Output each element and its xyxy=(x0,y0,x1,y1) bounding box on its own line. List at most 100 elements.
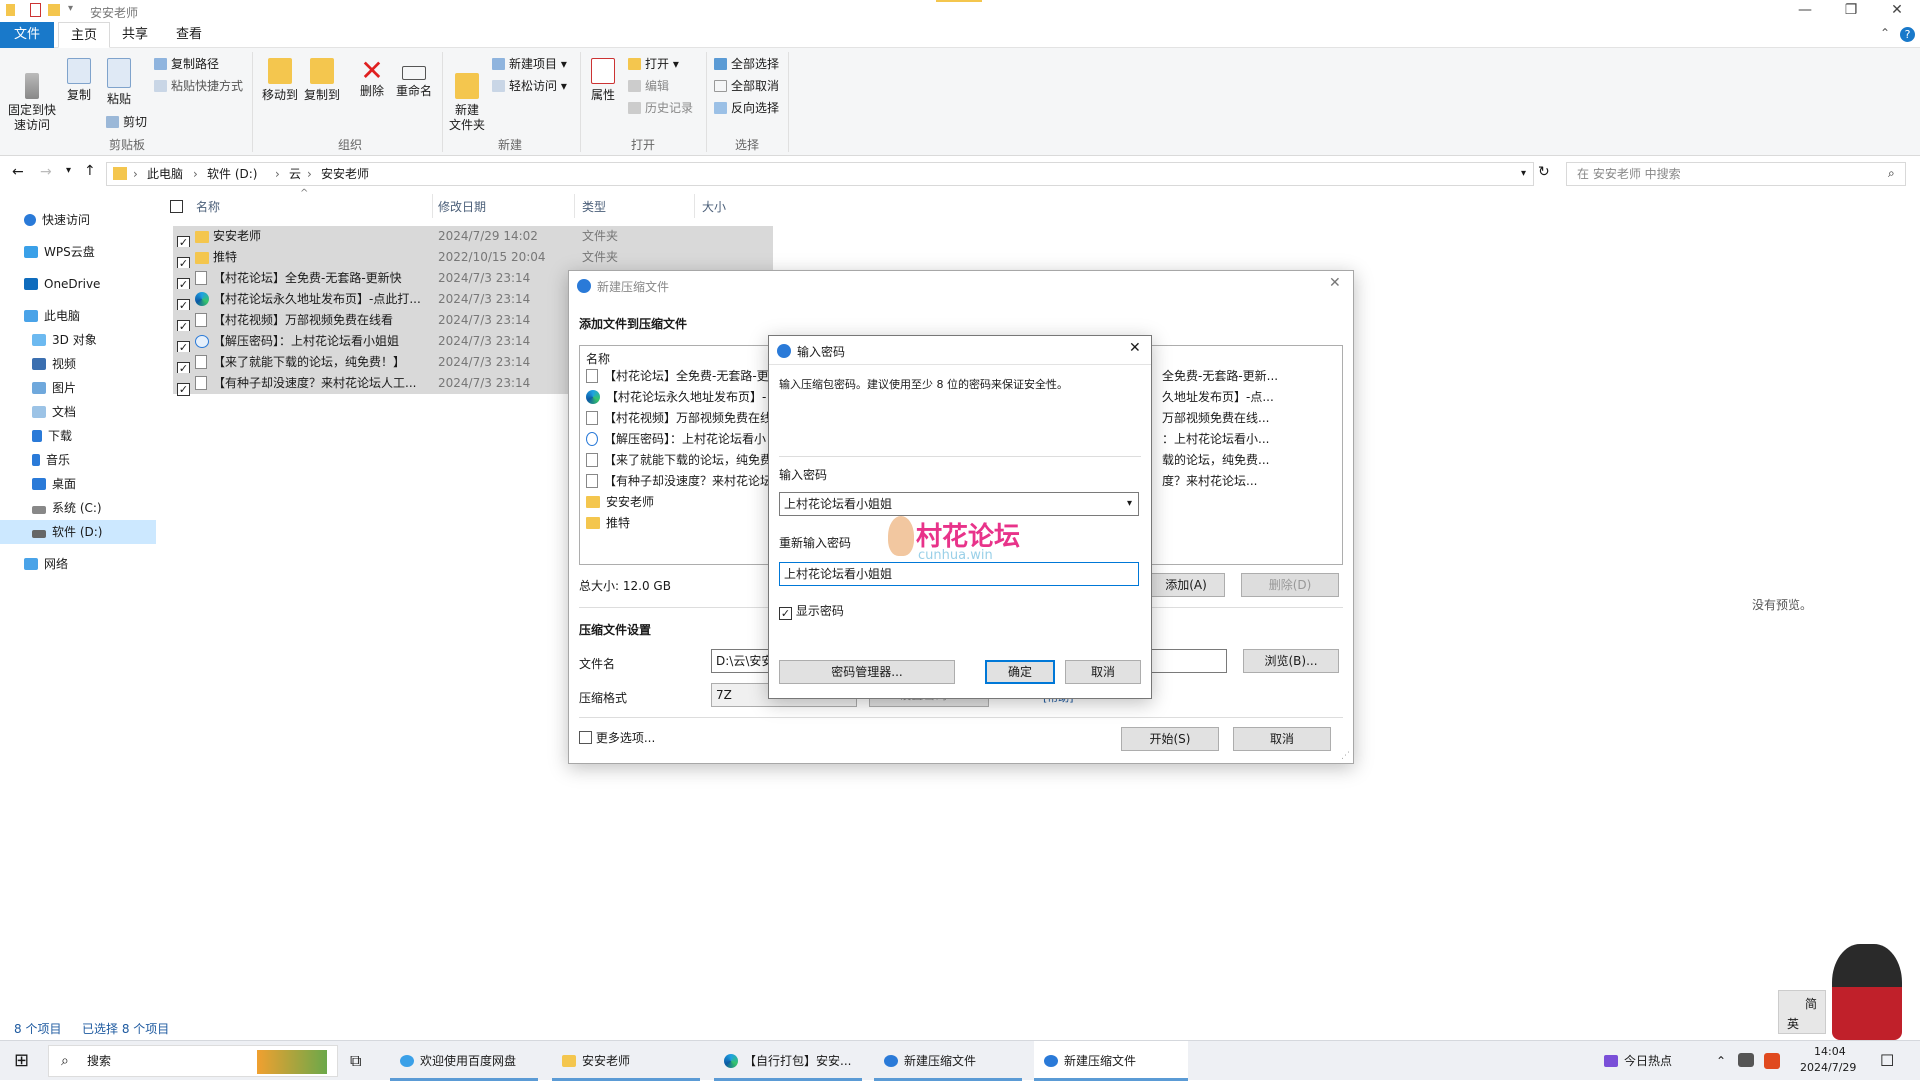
resize-grip-icon[interactable]: ⋰ xyxy=(1341,751,1350,761)
chevron-down-icon[interactable]: ▾ xyxy=(1127,493,1132,515)
taskbar-hot-news[interactable]: 今日热点 xyxy=(1604,1041,1672,1081)
qa-dropdown-icon[interactable]: ▾ xyxy=(68,3,73,14)
nav-drive-d[interactable]: 软件 (D:) xyxy=(0,520,156,544)
column-type[interactable]: 类型 xyxy=(582,194,606,220)
row-checkbox[interactable]: ✓ xyxy=(177,383,190,396)
table-row[interactable]: ✓ 推特 2022/10/15 20:04 文件夹 xyxy=(173,247,773,270)
nav-quick-access[interactable]: 快速访问 xyxy=(24,208,90,232)
ime-english[interactable]: 英 xyxy=(1787,1015,1799,1032)
task-view-icon[interactable]: ⧉ xyxy=(350,1041,361,1081)
nav-onedrive[interactable]: OneDrive xyxy=(24,272,100,296)
new-folder-qa-icon[interactable] xyxy=(48,4,60,16)
ime-panel[interactable]: 简 英 xyxy=(1778,990,1826,1034)
history-button[interactable]: 历史记录 xyxy=(628,98,693,118)
tab-file[interactable]: 文件 xyxy=(0,22,54,48)
list-item[interactable]: 【村花视频】万部视频免费在线 xyxy=(586,408,770,429)
password-input[interactable]: 上村花论坛看小姐姐 ▾ xyxy=(779,492,1139,516)
tab-share[interactable]: 共享 xyxy=(110,22,160,48)
taskbar-search[interactable]: ⌕ 搜索 xyxy=(48,1045,338,1077)
recent-dropdown-icon[interactable]: ▾ xyxy=(66,165,71,176)
column-date[interactable]: 修改日期 xyxy=(438,194,486,220)
up-icon[interactable]: ↑ xyxy=(84,163,96,179)
nav-network[interactable]: 网络 xyxy=(24,552,68,576)
close-icon[interactable]: ✕ xyxy=(1129,340,1141,356)
properties-qa-icon[interactable] xyxy=(30,3,41,17)
nav-drive-c[interactable]: 系统 (C:) xyxy=(32,496,102,520)
cancel-button[interactable]: 取消 xyxy=(1065,660,1141,684)
open-button[interactable]: 打开 ▾ xyxy=(628,54,679,74)
clock-time[interactable]: 14:04 xyxy=(1814,1045,1846,1058)
tab-view[interactable]: 查看 xyxy=(164,22,214,48)
cancel-button[interactable]: 取消 xyxy=(1233,727,1331,751)
nav-pictures[interactable]: 图片 xyxy=(32,376,76,400)
close-icon[interactable]: ✕ xyxy=(1874,0,1920,22)
copy-to-button[interactable]: 复制到 xyxy=(302,58,342,103)
nav-desktop[interactable]: 桌面 xyxy=(32,472,76,496)
taskbar-compress-2[interactable]: 新建压缩文件 xyxy=(1034,1041,1188,1081)
nav-music[interactable]: 音乐 xyxy=(32,448,70,472)
minimize-icon[interactable]: — xyxy=(1782,0,1828,22)
breadcrumb-drive-d[interactable]: 软件 (D:) xyxy=(207,163,257,185)
select-all-checkbox[interactable] xyxy=(170,194,183,220)
nav-wps[interactable]: WPS云盘 xyxy=(24,240,95,264)
nav-documents[interactable]: 文档 xyxy=(32,400,76,424)
paste-button[interactable]: 粘贴 xyxy=(102,58,136,107)
nav-downloads[interactable]: 下载 xyxy=(32,424,72,448)
taskbar-edge[interactable]: 【自行打包】安安... xyxy=(714,1041,862,1081)
ok-button[interactable]: 确定 xyxy=(985,660,1055,684)
list-item[interactable]: 安安老师 xyxy=(586,492,770,513)
add-button[interactable]: 添加(A) xyxy=(1147,573,1225,597)
tray-expand-icon[interactable]: ⌃ xyxy=(1716,1041,1726,1081)
nav-3d-objects[interactable]: 3D 对象 xyxy=(32,328,97,352)
refresh-icon[interactable]: ↻ xyxy=(1538,164,1550,180)
invert-selection-button[interactable]: 反向选择 xyxy=(714,98,779,118)
list-item[interactable]: 【来了就能下载的论坛，纯免费 xyxy=(586,450,770,471)
column-size[interactable]: 大小 xyxy=(702,194,726,220)
new-item-button[interactable]: 新建项目 ▾ xyxy=(492,54,567,74)
remove-button[interactable]: 删除(D) xyxy=(1241,573,1339,597)
list-item[interactable]: 【解压密码】：上村花论坛看小 xyxy=(586,429,770,450)
cut-button[interactable]: 剪切 xyxy=(106,112,147,132)
back-icon[interactable]: ← xyxy=(12,164,24,180)
taskbar-baidu[interactable]: 欢迎使用百度网盘 xyxy=(390,1041,538,1081)
rename-button[interactable]: 重命名 xyxy=(394,58,434,99)
nav-videos[interactable]: 视频 xyxy=(32,352,76,376)
select-all-button[interactable]: 全部选择 xyxy=(714,54,779,74)
address-dropdown-icon[interactable]: ▾ xyxy=(1521,163,1526,185)
tab-home[interactable]: 主页 xyxy=(58,22,111,48)
select-none-button[interactable]: 全部取消 xyxy=(714,76,779,96)
help-icon[interactable]: ? xyxy=(1900,27,1915,42)
delete-button[interactable]: ✕ 删除 xyxy=(354,57,390,99)
clock-date[interactable]: 2024/7/29 xyxy=(1800,1061,1856,1074)
password-manager-button[interactable]: 密码管理器... xyxy=(779,660,955,684)
close-icon[interactable]: ✕ xyxy=(1329,275,1341,291)
list-item[interactable]: 【有种子却没速度？来村花论坛 xyxy=(586,471,770,492)
properties-button[interactable]: 属性 xyxy=(586,58,620,103)
address-bar[interactable]: › 此电脑 › 软件 (D:) › 云 › 安安老师 ▾ xyxy=(106,162,1534,186)
maximize-icon[interactable]: ❐ xyxy=(1828,0,1874,22)
list-item[interactable]: 推特 xyxy=(586,513,770,534)
pin-quick-access-button[interactable]: 固定到快 速访问 xyxy=(6,58,58,133)
taskbar-compress-1[interactable]: 新建压缩文件 xyxy=(874,1041,1022,1081)
tray-app-icon[interactable] xyxy=(1738,1053,1754,1067)
easy-access-button[interactable]: 轻松访问 ▾ xyxy=(492,76,567,96)
paste-shortcut-button[interactable]: 粘贴快捷方式 xyxy=(154,76,243,96)
list-item[interactable]: 【村花论坛永久地址发布页】- xyxy=(586,387,770,408)
breadcrumb-current[interactable]: 安安老师 xyxy=(321,163,369,185)
table-row[interactable]: ✓ 安安老师 2024/7/29 14:02 文件夹 xyxy=(173,226,773,249)
search-input[interactable]: 在 安安老师 中搜索 xyxy=(1566,162,1906,186)
browse-button[interactable]: 浏览(B)... xyxy=(1243,649,1339,673)
start-button[interactable]: 开始(S) xyxy=(1121,727,1219,751)
more-options-checkbox[interactable]: 更多选项... xyxy=(579,729,655,746)
edit-button[interactable]: 编辑 xyxy=(628,76,669,96)
collapse-ribbon-icon[interactable]: ⌃ xyxy=(1880,26,1890,40)
windows-start-icon[interactable]: ⊞ xyxy=(14,1041,29,1081)
breadcrumb-cloud[interactable]: 云 xyxy=(289,163,301,185)
forward-icon[interactable]: → xyxy=(40,164,52,180)
notification-icon[interactable]: ☐ xyxy=(1880,1041,1894,1081)
new-folder-button[interactable]: 新建 文件夹 xyxy=(446,58,488,133)
move-to-button[interactable]: 移动到 xyxy=(260,58,300,103)
list-item[interactable]: 【村花论坛】全免费-无套路-更 xyxy=(586,366,770,387)
taskbar-explorer[interactable]: 安安老师 xyxy=(552,1041,700,1081)
confirm-password-input[interactable]: 上村花论坛看小姐姐 xyxy=(779,562,1139,586)
